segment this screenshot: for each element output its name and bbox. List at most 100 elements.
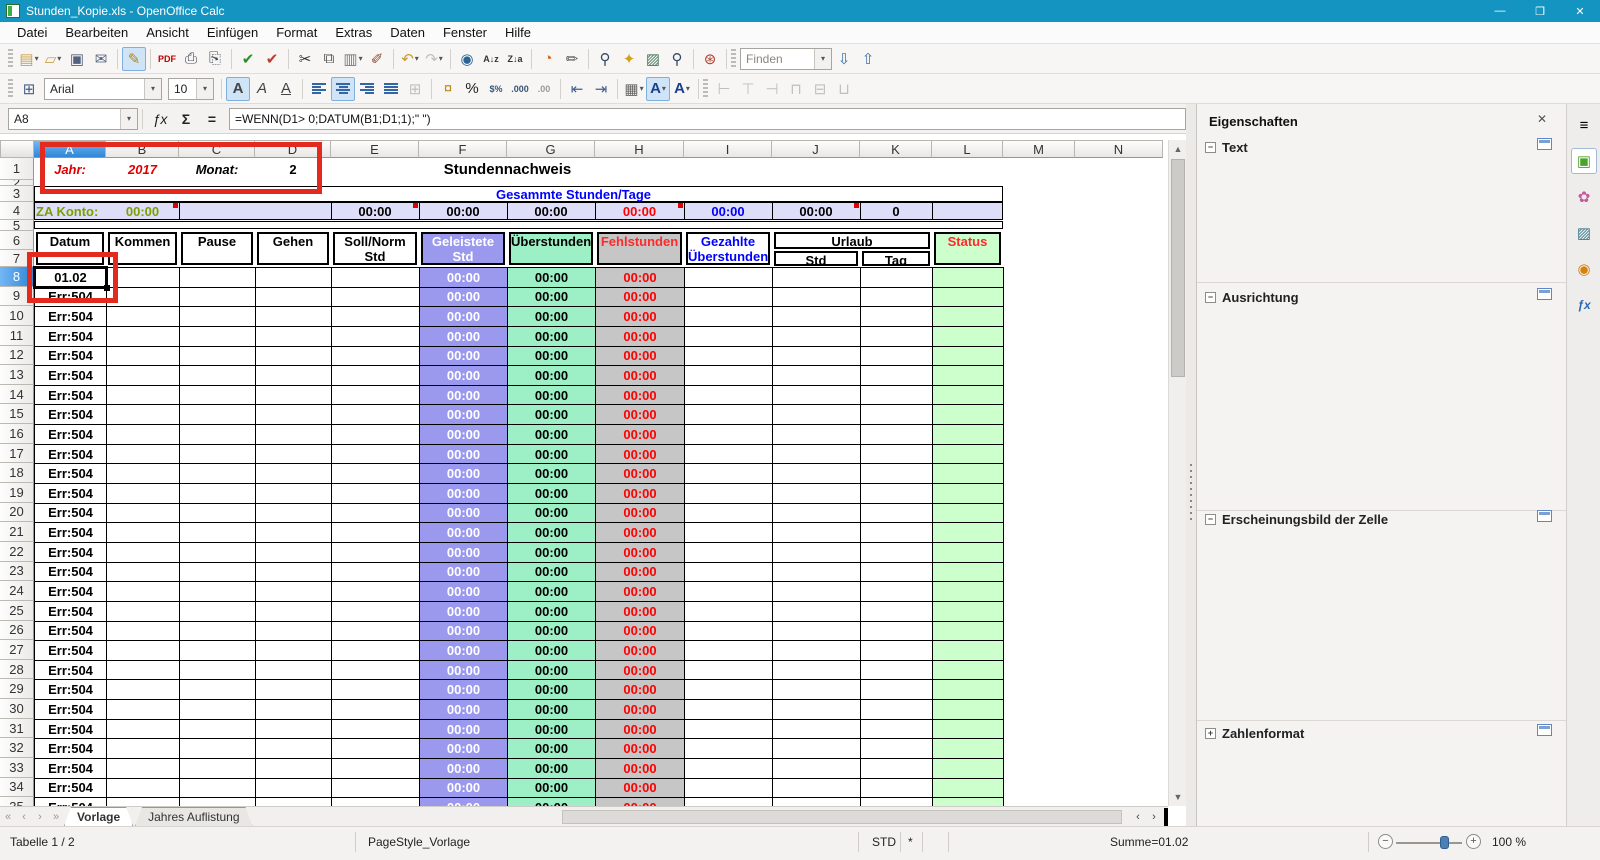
cell-F26[interactable]: 00:00 — [419, 620, 508, 642]
cell-A27[interactable]: Err:504 — [34, 640, 107, 661]
cell-L29[interactable] — [932, 679, 1004, 701]
row-header-16[interactable]: 16 — [0, 424, 34, 444]
row-header-4[interactable]: 4 — [0, 202, 34, 220]
borders-dropdown-icon[interactable]: ▾ — [640, 84, 644, 93]
cell-E23[interactable] — [331, 561, 420, 583]
cell-J22[interactable] — [772, 541, 861, 563]
cell-B10[interactable] — [106, 306, 180, 327]
row-header-25[interactable]: 25 — [0, 600, 34, 621]
cell-F9[interactable]: 00:00 — [419, 286, 508, 308]
cell-A12[interactable]: Err:504 — [34, 345, 107, 367]
font-name-combo[interactable]: Arial ▾ — [44, 77, 162, 100]
cell-K18[interactable] — [860, 463, 933, 485]
cell-K31[interactable] — [860, 718, 933, 740]
header-gezahlte[interactable]: Gezahlte Überstunden — [686, 232, 770, 265]
cell-G25[interactable]: 00:00 — [507, 600, 596, 622]
cell-L11[interactable] — [932, 325, 1004, 347]
cell-F12[interactable]: 00:00 — [419, 345, 508, 367]
row-header-20[interactable]: 20 — [0, 502, 34, 523]
row-header-32[interactable]: 32 — [0, 738, 34, 758]
cell-G16[interactable]: 00:00 — [507, 424, 596, 445]
cell-G22[interactable]: 00:00 — [507, 541, 596, 563]
cell-I12[interactable] — [684, 345, 773, 367]
column-header-J[interactable]: J — [772, 140, 860, 158]
cell-G10[interactable]: 00:00 — [507, 306, 596, 327]
cell-L12[interactable] — [932, 345, 1004, 367]
cell-K22[interactable] — [860, 541, 933, 563]
cell-F21[interactable]: 00:00 — [419, 522, 508, 543]
cell-K15[interactable] — [860, 404, 933, 426]
cell-D19[interactable] — [255, 483, 332, 504]
cell-A20[interactable]: Err:504 — [34, 502, 107, 524]
sidebar-tab-navigator-icon[interactable]: ◉ — [1571, 256, 1597, 282]
cell-F33[interactable]: 00:00 — [419, 758, 508, 779]
document-title-cell[interactable]: Stundennachweis — [331, 158, 684, 180]
find-previous-icon[interactable]: ⇧ — [856, 47, 880, 71]
open-document-icon[interactable]: ▱ ▾ — [41, 47, 65, 71]
cell-I32[interactable] — [684, 738, 773, 759]
chevron-down-icon[interactable]: ▾ — [814, 48, 831, 69]
cell-C25[interactable] — [179, 600, 256, 622]
row-header-18[interactable]: 18 — [0, 463, 34, 484]
cell-G13[interactable]: 00:00 — [507, 365, 596, 386]
cell-L9[interactable] — [932, 286, 1004, 308]
cell-A34[interactable]: Err:504 — [34, 777, 107, 799]
cell-C18[interactable] — [179, 463, 256, 485]
cell-E17[interactable] — [331, 443, 420, 465]
header-gehen[interactable]: Gehen — [257, 232, 329, 265]
cell-K17[interactable] — [860, 443, 933, 465]
cell-L22[interactable] — [932, 541, 1004, 563]
cell-A17[interactable]: Err:504 — [34, 443, 107, 465]
cell-I18[interactable] — [684, 463, 773, 485]
horizontal-scrollbar-thumb[interactable] — [562, 809, 1122, 824]
header-fehlstunden[interactable]: Fehlstunden — [597, 232, 682, 265]
new-document-dropdown-icon[interactable]: ▾ — [35, 54, 39, 63]
align-right-icon[interactable] — [355, 77, 379, 101]
cell-J33[interactable] — [772, 758, 861, 779]
cell-A21[interactable]: Err:504 — [34, 522, 107, 543]
decrease-indent-icon[interactable]: ⇤ — [565, 77, 589, 101]
header-status[interactable]: Status — [934, 232, 1001, 265]
cell-J26[interactable] — [772, 620, 861, 642]
cell-B32[interactable] — [106, 738, 180, 759]
minimize-button[interactable]: — — [1480, 0, 1520, 22]
cell-G8[interactable]: 00:00 — [507, 267, 596, 288]
name-box[interactable]: A8 ▾ — [8, 107, 138, 130]
row-header-29[interactable]: 29 — [0, 679, 34, 700]
cell-L24[interactable] — [932, 581, 1004, 602]
zoom-slider-track[interactable] — [1396, 842, 1462, 844]
scroll-right-icon[interactable]: › — [1146, 808, 1162, 826]
row-header-15[interactable]: 15 — [0, 404, 34, 425]
save-icon[interactable]: ▣ — [65, 47, 89, 71]
zoom-slider-thumb[interactable] — [1440, 836, 1449, 849]
cell-B14[interactable] — [106, 384, 180, 406]
chevron-down-icon[interactable]: ▾ — [196, 78, 213, 99]
borders-icon[interactable]: ▦ ▾ — [622, 77, 646, 101]
cell-L34[interactable] — [932, 777, 1004, 799]
cell-K27[interactable] — [860, 640, 933, 661]
cell-C15[interactable] — [179, 404, 256, 426]
header-urlaub-tag[interactable]: Tag — [862, 251, 930, 266]
cell-D8[interactable] — [255, 267, 332, 288]
section-number-format[interactable]: + Zahlenformat — [1205, 726, 1304, 741]
cell-F19[interactable]: 00:00 — [419, 483, 508, 504]
cell-K14[interactable] — [860, 384, 933, 406]
cell-A14[interactable]: Err:504 — [34, 384, 107, 406]
cell-D16[interactable] — [255, 424, 332, 445]
cell-E11[interactable] — [331, 325, 420, 347]
cell-B31[interactable] — [106, 718, 180, 740]
cell-B19[interactable] — [106, 483, 180, 504]
cell-G4[interactable]: 00:00 — [507, 202, 595, 220]
cell-E33[interactable] — [331, 758, 420, 779]
cell-F16[interactable]: 00:00 — [419, 424, 508, 445]
cell-A11[interactable]: Err:504 — [34, 325, 107, 347]
row-header-21[interactable]: 21 — [0, 522, 34, 542]
cell-A10[interactable]: Err:504 — [34, 306, 107, 327]
expand-icon[interactable]: + — [1205, 728, 1216, 739]
row-header-14[interactable]: 14 — [0, 384, 34, 405]
cell-C34[interactable] — [179, 777, 256, 799]
cell-L15[interactable] — [932, 404, 1004, 426]
cell-B11[interactable] — [106, 325, 180, 347]
cell-B27[interactable] — [106, 640, 180, 661]
cell-E21[interactable] — [331, 522, 420, 543]
